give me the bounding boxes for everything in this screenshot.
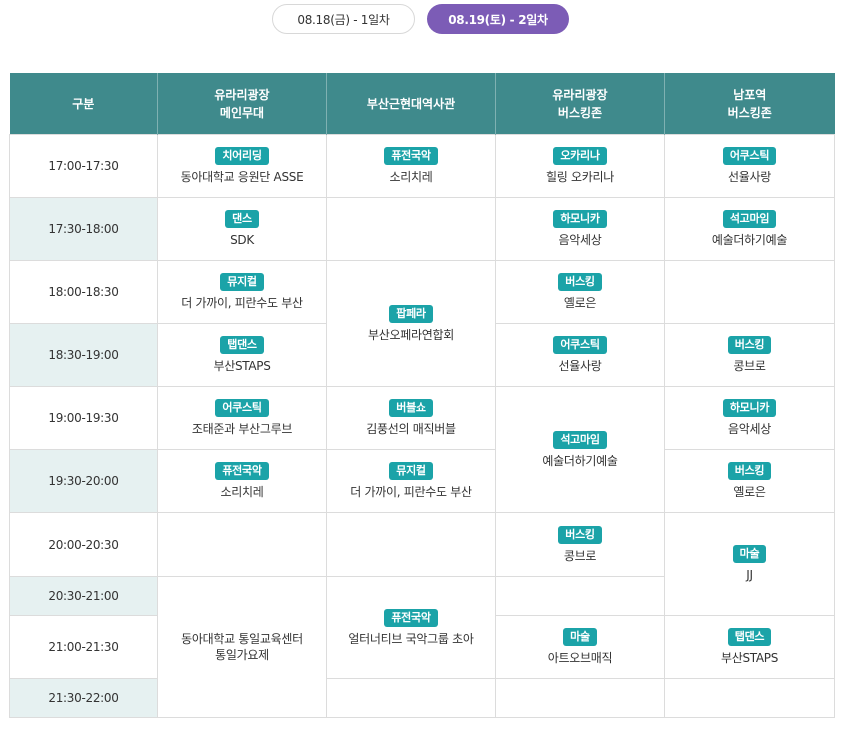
genre-badge: 탭댄스: [727, 628, 772, 646]
empty-cell: [326, 197, 496, 261]
performance-cell: 하모니카 음악세상: [664, 386, 835, 450]
genre-badge: 석고마임: [722, 210, 777, 228]
time-slot: 18:00-18:30: [9, 260, 158, 324]
header-history-museum: 부산근현대역사관: [326, 73, 496, 135]
genre-badge: 퓨전국악: [215, 462, 269, 480]
genre-badge: 버스킹: [727, 336, 772, 354]
performance-cell: 탭댄스 부산STAPS: [157, 323, 327, 387]
genre-badge: 버스킹: [558, 525, 602, 544]
time-slot: 21:00-21:30: [9, 615, 158, 679]
empty-cell: [664, 678, 835, 718]
performance-cell: 마술 아트오브매직: [495, 615, 665, 679]
performance-cell: 하모니카 음악세상: [495, 197, 665, 261]
time-slot: 20:30-21:00: [9, 576, 158, 616]
performance-cell: 댄스 SDK: [157, 197, 327, 261]
performance-cell: 버스킹 옐로은: [664, 449, 835, 513]
time-slot: 18:30-19:00: [9, 323, 158, 387]
performance-cell: 동아대학교 통일교육센터 통일가요제: [157, 576, 327, 718]
performance-cell: 퓨전국악 얼터너티브 국악그룹 초아: [326, 576, 496, 679]
performance-cell: 어쿠스틱 조태준과 부산그루브: [157, 386, 327, 450]
header-category: 구분: [9, 73, 158, 135]
performance-cell: 뮤지컬 더 가까이, 피란수도 부산: [157, 260, 327, 324]
genre-badge: 하모니카: [722, 399, 777, 417]
performance-cell: 석고마임 예술더하기예술: [495, 386, 665, 513]
genre-badge: 버스킹: [558, 273, 602, 291]
genre-badge: 버블쇼: [389, 399, 433, 417]
performance-cell: 치어리딩 동아대학교 응원단 ASSE: [157, 134, 327, 198]
genre-badge: 어쿠스틱: [553, 336, 607, 354]
performance-cell: 퓨전국악 소리치레: [157, 449, 327, 513]
empty-cell: [326, 678, 496, 718]
genre-badge: 석고마임: [553, 430, 607, 449]
time-slot: 21:30-22:00: [9, 678, 158, 718]
schedule-table: 구분 유라리광장 메인무대 부산근현대역사관 유라리광장 버스킹존 남포역 버스킹존 …: [9, 73, 835, 718]
time-slot: 19:00-19:30: [9, 386, 158, 450]
performance-cell: 석고마임 예술더하기예술: [664, 197, 835, 261]
empty-cell: [326, 512, 496, 577]
time-slot: 17:30-18:00: [9, 197, 158, 261]
genre-badge: 댄스: [225, 210, 259, 228]
header-yurari-busking: 유라리광장 버스킹존: [495, 73, 665, 135]
performance-cell: 뮤지컬 더 가까이, 피란수도 부산: [326, 449, 496, 513]
header-nampo-busking: 남포역 버스킹존: [664, 73, 835, 135]
genre-badge: 마술: [732, 545, 767, 563]
empty-cell: [157, 512, 327, 577]
genre-badge: 팝페라: [389, 304, 433, 323]
performance-cell: 버블쇼 김풍선의 매직버블: [326, 386, 496, 450]
performance-cell: 버스킹 콩브로: [664, 323, 835, 387]
empty-cell: [495, 576, 665, 616]
genre-badge: 어쿠스틱: [722, 147, 777, 165]
header-main-stage: 유라리광장 메인무대: [157, 73, 327, 135]
performance-cell: 버스킹 옐로은: [495, 260, 665, 324]
time-slot: 17:00-17:30: [9, 134, 158, 198]
time-slot: 20:00-20:30: [9, 512, 158, 577]
genre-badge: 뮤지컬: [389, 462, 433, 480]
genre-badge: 뮤지컬: [220, 273, 264, 291]
genre-badge: 버스킹: [727, 462, 772, 480]
genre-badge: 마술: [563, 628, 597, 646]
genre-badge: 퓨전국악: [384, 608, 438, 627]
genre-badge: 오카리나: [553, 147, 607, 165]
performance-cell: 어쿠스틱 선율사랑: [664, 134, 835, 198]
genre-badge: 어쿠스틱: [215, 399, 269, 417]
performance-cell: 마술 JJ: [664, 512, 835, 616]
performance-cell: 퓨전국악 소리치레: [326, 134, 496, 198]
performance-cell: 버스킹 콩브로: [495, 512, 665, 577]
performance-cell: 팝페라 부산오페라연합회: [326, 260, 496, 387]
empty-cell: [664, 260, 835, 324]
empty-cell: [495, 678, 665, 718]
time-slot: 19:30-20:00: [9, 449, 158, 513]
genre-badge: 퓨전국악: [384, 147, 438, 165]
performance-cell: 어쿠스틱 선율사랑: [495, 323, 665, 387]
genre-badge: 치어리딩: [215, 147, 269, 165]
performance-cell: 오카리나 힐링 오카리나: [495, 134, 665, 198]
genre-badge: 탭댄스: [220, 336, 264, 354]
performance-cell: 탭댄스 부산STAPS: [664, 615, 835, 679]
tab-day1[interactable]: 08.18(금) - 1일차: [272, 4, 415, 34]
genre-badge: 하모니카: [553, 210, 607, 228]
tab-day2[interactable]: 08.19(토) - 2일차: [427, 4, 569, 34]
